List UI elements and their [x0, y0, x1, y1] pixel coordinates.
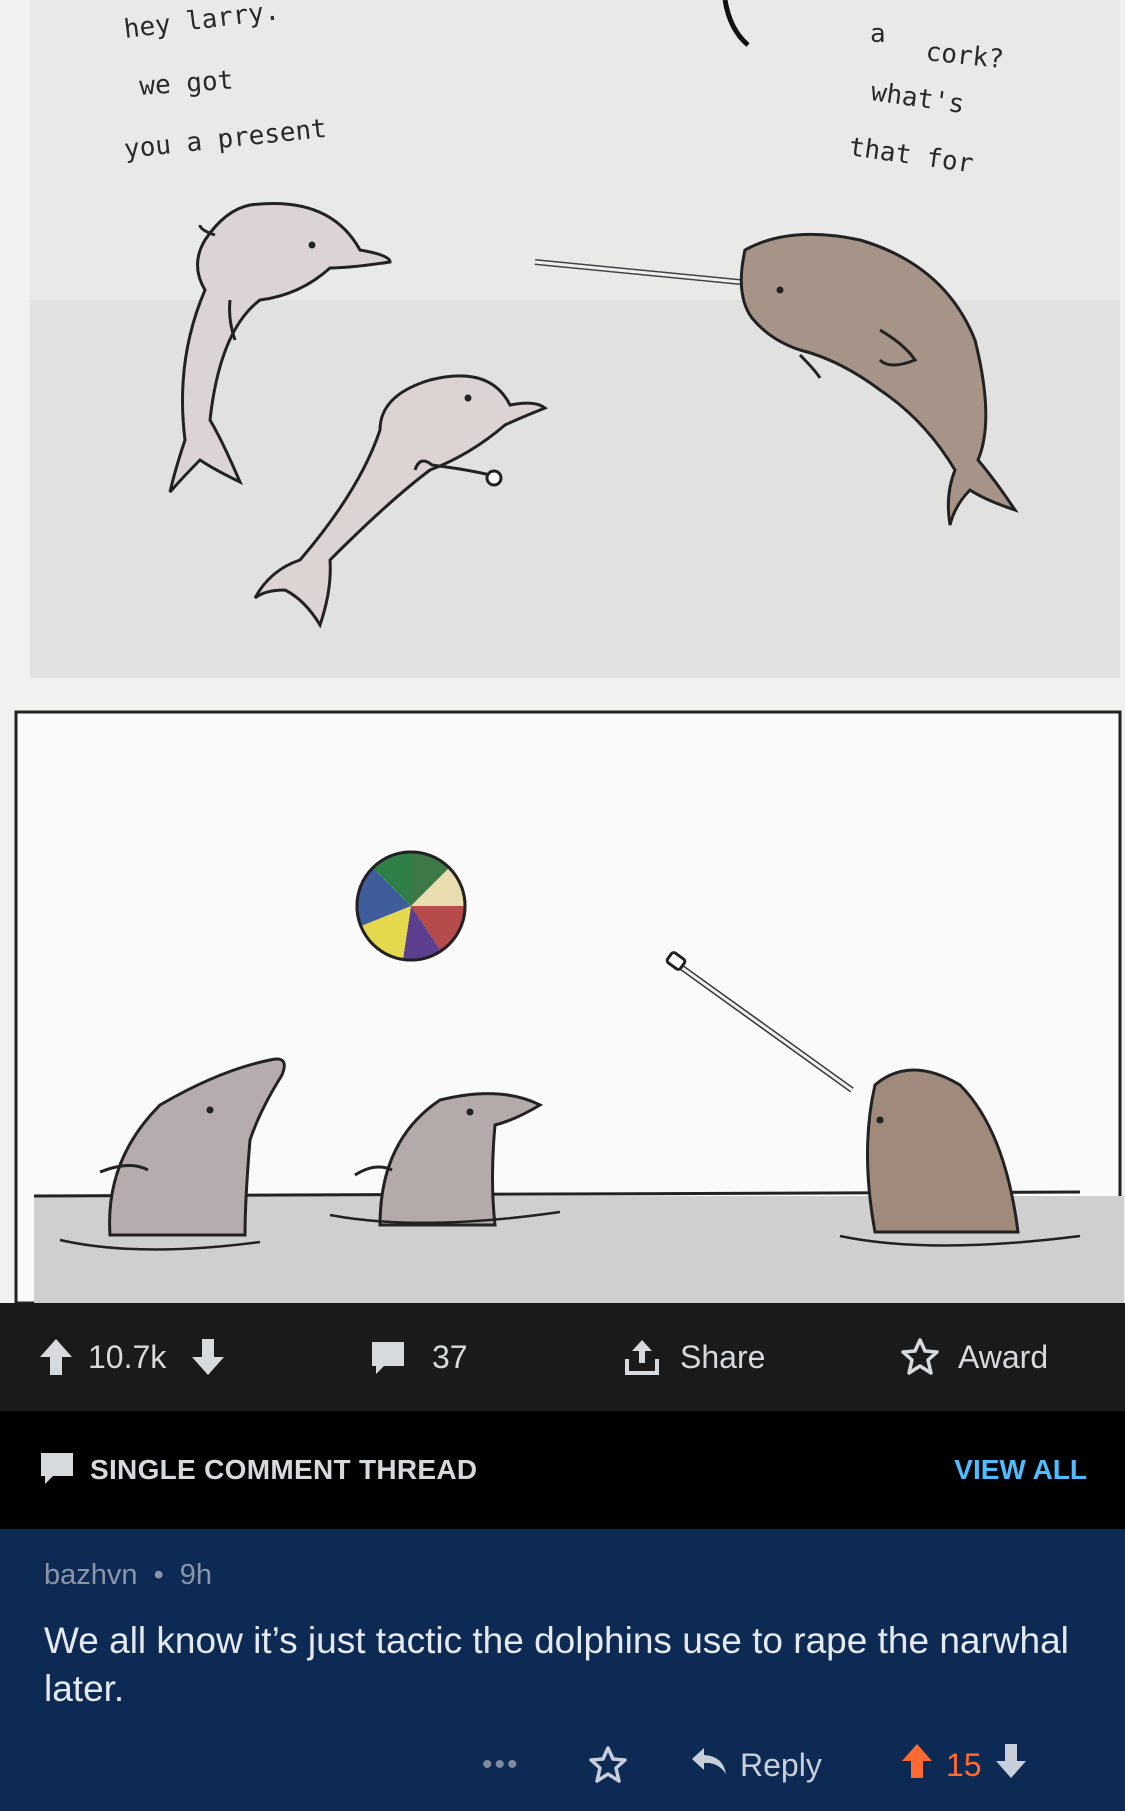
reply-label: Reply — [740, 1746, 822, 1783]
view-all-link[interactable]: VIEW ALL — [954, 1411, 1087, 1529]
comic-illustration: hey larry. we got you a present a cork? … — [14, 0, 1124, 1303]
comment-meta: bazhvn • 9h — [44, 1559, 212, 1592]
award-button[interactable]: Award — [900, 1303, 1048, 1411]
post-action-bar: 10.7k 37 Share Award — [0, 1303, 1125, 1411]
vote-group: 10.7k — [38, 1303, 226, 1411]
comment: bazhvn • 9h We all know it’s just tactic… — [0, 1529, 1125, 1811]
beach-ball — [355, 850, 467, 962]
share-icon — [622, 1337, 662, 1377]
comment-age: 9h — [179, 1559, 213, 1591]
comments-button[interactable]: 37 — [368, 1303, 468, 1411]
comment-score: 15 — [946, 1746, 982, 1783]
comment-icon — [38, 1450, 76, 1491]
share-label: Share — [680, 1338, 766, 1375]
downvote-icon[interactable] — [994, 1742, 1028, 1788]
post-image[interactable]: hey larry. we got you a present a cork? … — [0, 0, 1125, 1303]
comment-actions: ••• Reply 15 — [0, 1729, 1125, 1801]
thread-title: SINGLE COMMENT THREAD — [90, 1454, 478, 1485]
comment-vote-group: 15 — [900, 1729, 1028, 1801]
meta-separator: • — [153, 1559, 164, 1591]
upvote-count: 10.7k — [88, 1338, 167, 1375]
reply-icon — [690, 1746, 728, 1784]
thread-label: SINGLE COMMENT THREAD — [38, 1411, 477, 1529]
share-button[interactable]: Share — [622, 1303, 765, 1411]
comment-icon — [368, 1338, 408, 1376]
upvote-icon[interactable] — [38, 1337, 74, 1377]
thread-header: SINGLE COMMENT THREAD VIEW ALL — [0, 1411, 1125, 1529]
downvote-icon[interactable] — [190, 1337, 226, 1377]
award-icon — [900, 1337, 940, 1377]
speech-line: a — [870, 19, 886, 49]
award-icon[interactable] — [588, 1729, 628, 1801]
comment-author[interactable]: bazhvn — [44, 1559, 138, 1591]
reply-button[interactable]: Reply — [690, 1729, 822, 1801]
comment-body: We all know it’s just tactic the dolphin… — [44, 1620, 1069, 1709]
comment-count: 37 — [432, 1338, 468, 1375]
upvote-icon[interactable] — [900, 1742, 934, 1788]
cork — [485, 469, 503, 487]
more-icon[interactable]: ••• — [482, 1729, 520, 1801]
award-label: Award — [958, 1338, 1049, 1375]
